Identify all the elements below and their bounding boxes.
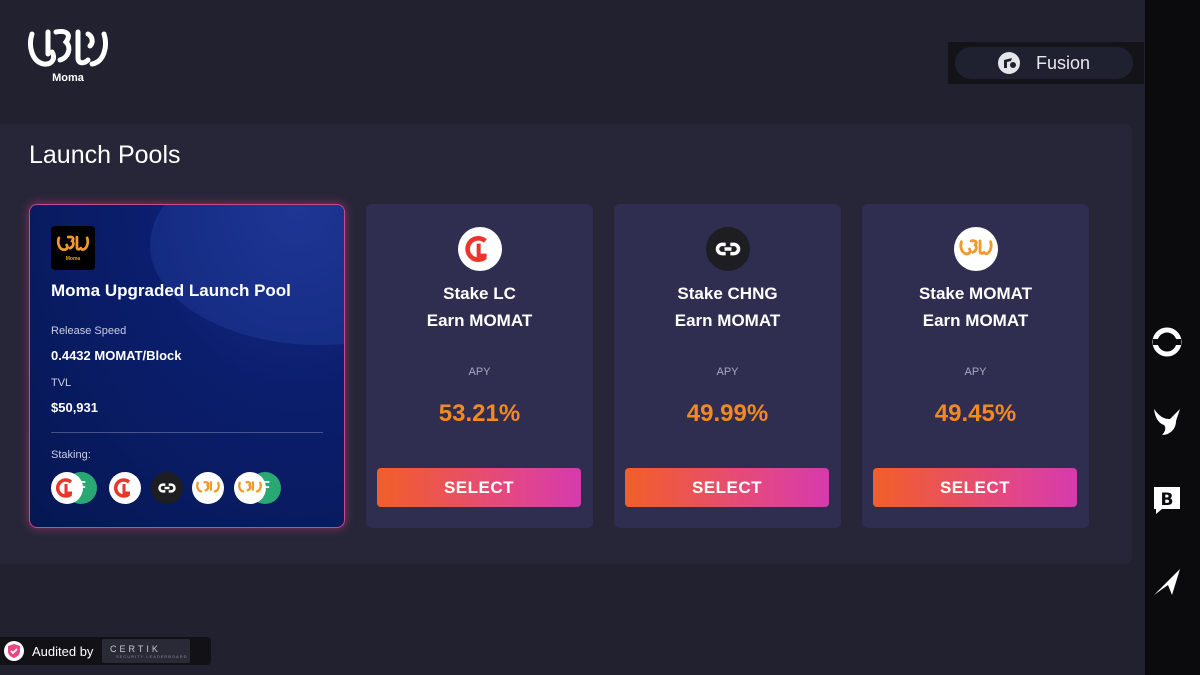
select-button[interactable]: SELECT — [873, 468, 1077, 507]
pool-card-chng[interactable]: Stake CHNG Earn MOMAT APY 49.99% SELECT — [614, 204, 841, 528]
lc-token-icon[interactable] — [109, 472, 141, 504]
pool-card-title: Stake LC Earn MOMAT — [366, 280, 593, 334]
pool-card-title: Stake MOMAT Earn MOMAT — [862, 280, 1089, 334]
card-divider — [51, 432, 323, 433]
staking-label: Staking: — [51, 449, 91, 461]
lc-token-icon — [458, 227, 502, 271]
pool-stake-text: Stake MOMAT — [918, 284, 1033, 303]
featured-pool-title: Moma Upgraded Launch Pool — [51, 281, 291, 300]
moma-mark-text: Moma — [65, 256, 81, 262]
pool-stake-text: Stake LC — [443, 284, 516, 303]
certik-logo[interactable]: CERTIK SECURITY LEADERBOARD — [102, 639, 190, 663]
chng-token-icon[interactable] — [151, 472, 183, 504]
apy-value: 49.45% — [934, 400, 1017, 427]
tvl-label: TVL — [51, 377, 72, 389]
tvl-value: $50,931 — [51, 400, 98, 415]
pool-card-lc[interactable]: Stake LC Earn MOMAT APY 53.21% SELECT — [366, 204, 593, 528]
momat-token-icon[interactable] — [234, 472, 266, 504]
select-button[interactable]: SELECT — [377, 468, 581, 507]
audit-badge[interactable]: Audited by CERTIK SECURITY LEADERBOARD — [0, 637, 211, 665]
app-root: Moma Fusion Launch Pools Moma Moma Upgra… — [0, 0, 1200, 675]
audited-by-label: Audited by — [32, 643, 94, 659]
pool-card-momat[interactable]: Stake MOMAT Earn MOMAT APY 49.45% SELECT — [862, 204, 1089, 528]
brand-name: Moma — [52, 72, 84, 84]
featured-pool-card[interactable]: Moma Moma Upgraded Launch Pool Release S… — [29, 204, 345, 528]
moma-mark-icon — [56, 235, 90, 252]
chng-token-icon — [706, 227, 750, 271]
lc-token-icon[interactable] — [51, 472, 83, 504]
pool-earn-text: Earn MOMAT — [922, 311, 1029, 330]
arrow-social-icon[interactable] — [1149, 564, 1185, 600]
apy-label: APY — [964, 366, 987, 378]
pool-card-title: Stake CHNG Earn MOMAT — [614, 280, 841, 334]
card-background-decoration — [150, 205, 344, 345]
circle-social-icon[interactable] — [1149, 324, 1185, 360]
certik-subtitle: SECURITY LEADERBOARD — [116, 653, 188, 659]
momat-token-icon[interactable] — [192, 472, 224, 504]
release-speed-value: 0.4432 MOMAT/Block — [51, 348, 182, 363]
pool-stake-text: Stake CHNG — [677, 284, 778, 303]
pool-earn-text: Earn MOMAT — [426, 311, 533, 330]
release-speed-label: Release Speed — [51, 325, 127, 337]
momat-token-icon — [954, 227, 998, 271]
pool-earn-text: Earn MOMAT — [674, 311, 781, 330]
fusion-network-icon — [998, 52, 1020, 74]
apy-value: 53.21% — [438, 400, 521, 427]
moma-pool-logo-icon: Moma — [51, 226, 95, 270]
certik-name: CERTIK — [110, 643, 161, 654]
select-button[interactable]: SELECT — [625, 468, 829, 507]
network-selector-button[interactable]: Fusion — [955, 47, 1133, 79]
apy-value: 49.99% — [686, 400, 769, 427]
apy-label: APY — [468, 366, 491, 378]
page-title: Launch Pools — [29, 141, 181, 169]
bird-social-icon[interactable] — [1149, 402, 1185, 438]
apy-label: APY — [716, 366, 739, 378]
b-social-icon[interactable]: B — [1149, 482, 1185, 518]
network-label: Fusion — [1036, 52, 1091, 73]
svg-text:B: B — [1161, 490, 1174, 510]
shield-check-icon — [4, 641, 24, 661]
